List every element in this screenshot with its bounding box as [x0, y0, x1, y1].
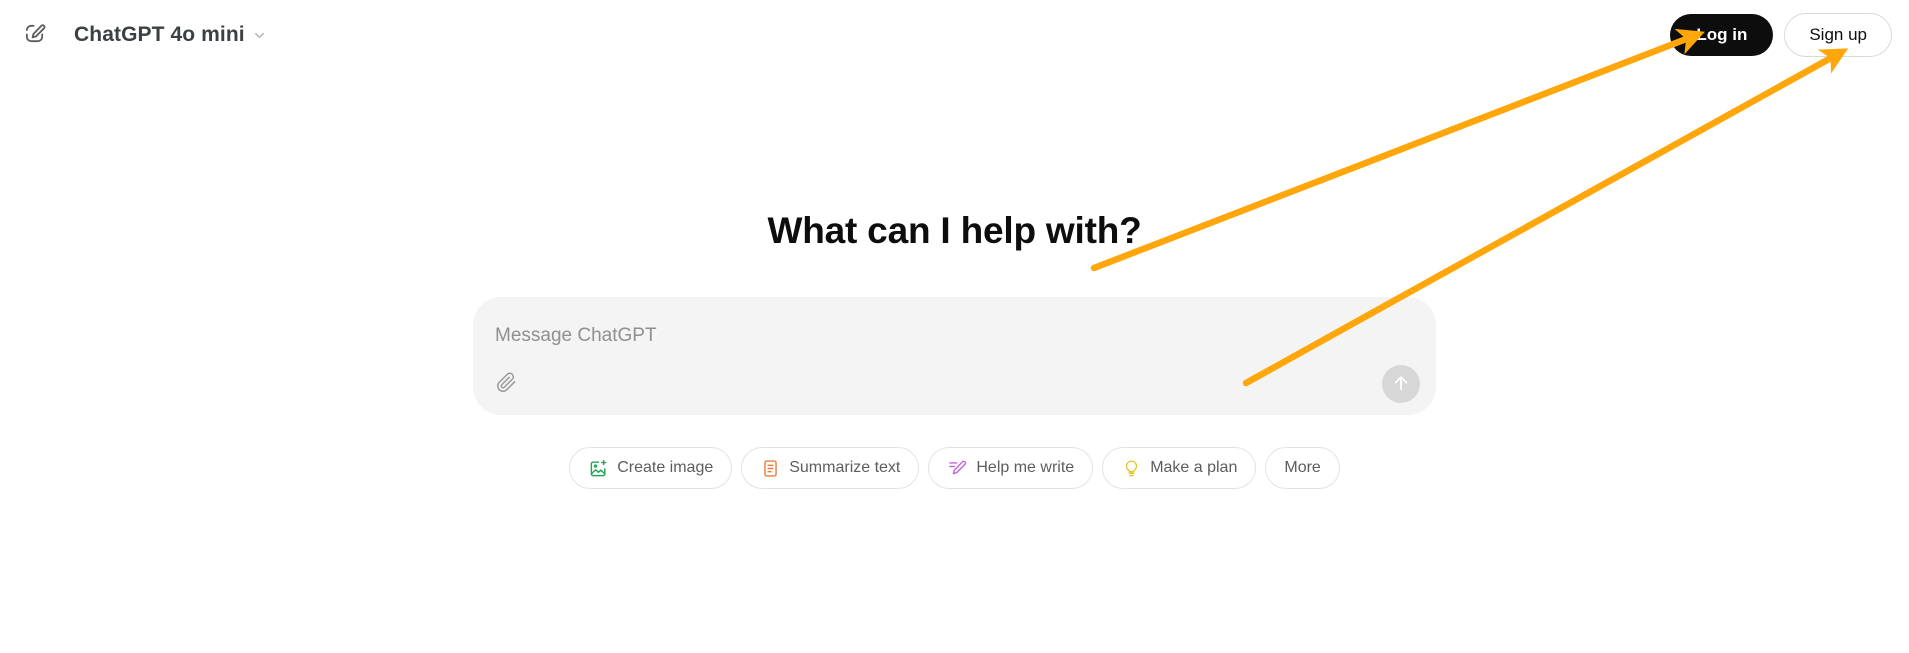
message-composer[interactable]: Message ChatGPT — [473, 297, 1436, 415]
chip-more[interactable]: More — [1265, 447, 1340, 489]
chip-summarize-text[interactable]: Summarize text — [741, 447, 920, 489]
suggestion-chips: Create image Summarize text Help me writ… — [569, 447, 1340, 489]
chip-label: More — [1284, 459, 1321, 476]
lightbulb-icon — [1121, 458, 1141, 478]
page-title: What can I help with? — [767, 210, 1142, 251]
chip-label: Create image — [617, 459, 714, 476]
chip-label: Summarize text — [789, 459, 901, 476]
send-message-button[interactable] — [1382, 365, 1420, 403]
app-root: ChatGPT 4o mini Log in Sign up What can … — [0, 0, 1909, 653]
chip-make-a-plan[interactable]: Make a plan — [1102, 447, 1257, 489]
document-icon — [760, 458, 780, 478]
chip-label: Help me write — [976, 459, 1075, 476]
pencil-lines-icon — [947, 458, 967, 478]
message-input-placeholder[interactable]: Message ChatGPT — [495, 325, 657, 347]
chip-help-me-write[interactable]: Help me write — [928, 447, 1094, 489]
arrow-up-icon — [1391, 373, 1411, 396]
chip-create-image[interactable]: Create image — [569, 447, 733, 489]
chip-label: Make a plan — [1150, 459, 1238, 476]
image-sparkle-icon — [588, 458, 608, 478]
paperclip-icon — [496, 372, 517, 396]
main-content: What can I help with? Message ChatGPT Cr… — [0, 0, 1909, 653]
attach-file-button[interactable] — [489, 367, 523, 401]
